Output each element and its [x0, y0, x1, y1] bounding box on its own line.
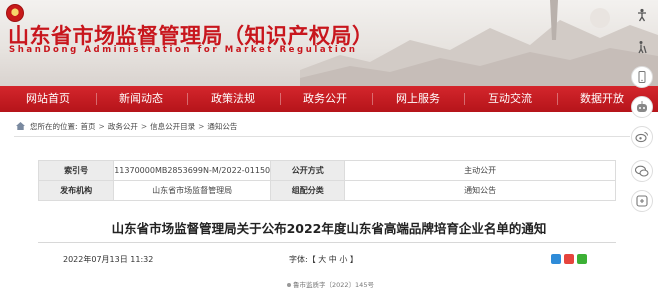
nav-item-news[interactable]: 新闻动态 [119, 86, 163, 112]
nav-item-online-service[interactable]: 网上服务 [396, 86, 440, 112]
breadcrumb-separator: > [198, 121, 205, 131]
accessibility-icon[interactable] [631, 4, 653, 26]
nav-item-policy[interactable]: 政策法规 [211, 86, 255, 112]
mobile-icon[interactable] [631, 66, 653, 88]
wechat-icon[interactable] [631, 160, 653, 182]
table-row: 索引号 11370000MB2853699N-M/2022-01150 公开方式… [37, 160, 616, 181]
accessibility-toolbar [626, 0, 658, 289]
app-icon[interactable] [631, 190, 653, 212]
weibo-icon[interactable] [631, 126, 653, 148]
share-bar [551, 254, 587, 264]
nav-item-gov-affairs[interactable]: 政务公开 [303, 86, 347, 112]
publish-date: 2022年07月13日 11:32 [63, 255, 154, 264]
nav-divider [280, 93, 281, 105]
nav-item-interaction[interactable]: 互动交流 [488, 86, 532, 112]
title-divider [38, 242, 616, 243]
breadcrumb-divider [14, 136, 630, 137]
wechat-icon[interactable] [577, 254, 587, 264]
table-row: 发布机构 山东省市场监督管理局 组配分类 通知公告 [37, 180, 616, 201]
disclosure-method-label: 公开方式 [270, 160, 346, 181]
site-subtitle: ShanDong Administration for Market Regul… [9, 45, 358, 55]
nav-divider [557, 93, 558, 105]
nav-item-home[interactable]: 网站首页 [26, 86, 70, 112]
breadcrumb-link-home[interactable]: 首页 [81, 121, 96, 132]
breadcrumb-link-notices[interactable]: 通知公告 [207, 121, 237, 132]
document-number-text: 鲁市监质字〔2022〕145号 [293, 281, 374, 289]
breadcrumb-separator: > [140, 121, 148, 131]
breadcrumb-prefix: 您所在的位置: [30, 121, 78, 131]
elder-mode-icon[interactable] [631, 36, 653, 58]
index-number-label: 索引号 [37, 160, 115, 181]
nav-divider [464, 93, 465, 105]
nav-divider [187, 93, 188, 105]
nav-divider [96, 93, 97, 105]
article-title: 山东省市场监督管理局关于公布2022年度山东省高端品牌培育企业名单的通知 [111, 221, 547, 236]
category-label: 组配分类 [270, 180, 346, 201]
document-number: 鲁市监质字〔2022〕145号 [287, 279, 374, 289]
breadcrumb-link-gov-affairs[interactable]: 政务公开 [108, 121, 138, 132]
bullet-icon [287, 283, 291, 287]
font-size-selector[interactable]: 字体:【 大 中 小 】 [289, 254, 358, 265]
publisher-label: 发布机构 [37, 180, 115, 201]
nav-item-open-data[interactable]: 数据开放 [580, 86, 624, 112]
qzone-icon[interactable] [551, 254, 561, 264]
index-number-value: 11370000MB2853699N-M/2022-01150 [113, 160, 272, 181]
breadcrumb-link-info-catalog[interactable]: 信息公开目录 [150, 121, 195, 132]
breadcrumb: 您所在的位置: 首页 > 政务公开 > 信息公开目录 > 通知公告 [16, 119, 237, 133]
nav-divider [372, 93, 373, 105]
category-value: 通知公告 [344, 180, 616, 201]
robot-assistant-icon[interactable] [631, 96, 653, 118]
publisher-value: 山东省市场监督管理局 [113, 180, 272, 201]
home-icon [16, 122, 25, 130]
site-header: 山东省市场监督管理局（知识产权局） ShanDong Administratio… [0, 0, 658, 86]
weibo-icon[interactable] [564, 254, 574, 264]
breadcrumb-separator: > [98, 121, 105, 131]
disclosure-method-value: 主动公开 [344, 160, 616, 181]
main-nav: 网站首页 新闻动态 政策法规 政务公开 网上服务 互动交流 数据开放 [0, 86, 658, 112]
document-info-table: 索引号 11370000MB2853699N-M/2022-01150 公开方式… [37, 160, 616, 201]
